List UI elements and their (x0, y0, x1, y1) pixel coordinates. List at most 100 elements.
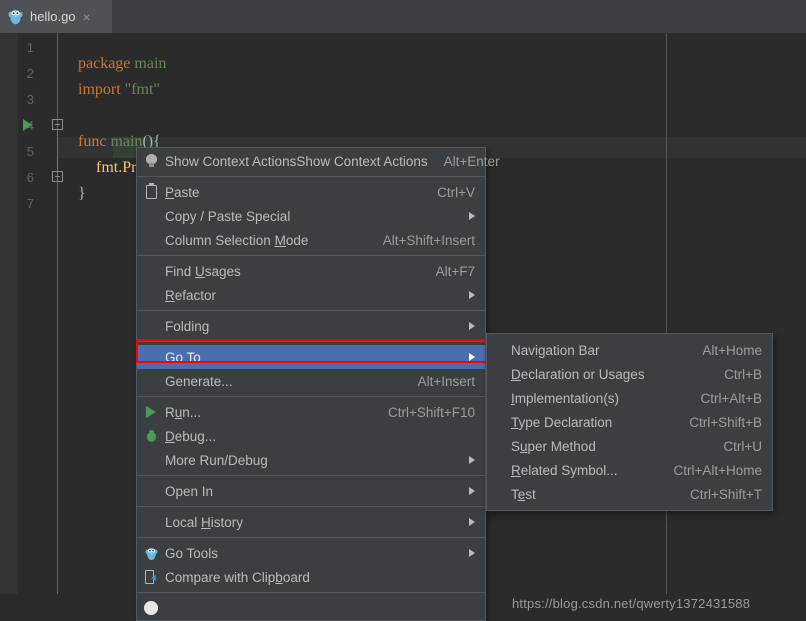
menu-item-label: Super Method (511, 438, 596, 454)
menu-item-icon (137, 228, 165, 252)
menu-item-icon (487, 362, 511, 386)
chevron-right-icon (469, 322, 475, 330)
menu-item-folding[interactable]: Folding (137, 314, 485, 338)
menu-item-refactor[interactable]: Refactor (137, 283, 485, 307)
menu-item-shortcut: Ctrl+Shift+F10 (387, 404, 475, 420)
menu-item-run[interactable]: Run... Ctrl+Shift+F10 (137, 400, 485, 424)
menu-item-shortcut: Alt+Enter (443, 153, 500, 169)
menu-item-icon (137, 510, 165, 534)
tab-hello-go[interactable]: hello.go × (0, 0, 112, 33)
menu-item-label: Related Symbol... (511, 462, 618, 478)
go-to-submenu[interactable]: Navigation Bar Alt+Home Declaration or Usa… (486, 333, 773, 511)
run-icon (146, 406, 156, 418)
menu-separator (137, 475, 485, 476)
line-number: 5 (26, 144, 34, 159)
menu-item-local-history[interactable]: Local History (137, 510, 485, 534)
menu-item-label: Show Context ActionsShow Context Actions (165, 153, 428, 169)
menu-separator (137, 255, 485, 256)
debug-icon (145, 429, 158, 443)
menu-item-debug[interactable]: Debug... (137, 424, 485, 448)
menu-item-label: Paste (165, 184, 200, 200)
menu-item-icon (137, 259, 165, 283)
menu-item-label: Test (511, 486, 536, 502)
watermark-url: https://blog.csdn.net/qwerty1372431588 (512, 596, 751, 611)
line-number: 2 (26, 66, 34, 81)
menu-item-find-usages[interactable]: Find Usages Alt+F7 (137, 259, 485, 283)
menu-item-copy-paste-special[interactable]: Copy / Paste Special (137, 204, 485, 228)
chevron-right-icon (469, 456, 475, 464)
code-line-6: } (62, 167, 86, 221)
circle-icon (144, 601, 158, 615)
menu-item-icon (137, 541, 165, 565)
menu-item-icon (487, 434, 511, 458)
menu-item-label: Folding (165, 318, 210, 334)
code-punctuation: } (78, 185, 86, 202)
menu-item-icon (137, 479, 165, 503)
menu-item-shortcut: Alt+Shift+Insert (382, 232, 475, 248)
menu-separator (137, 396, 485, 397)
code-line-2: import "fmt" (62, 63, 160, 117)
code-string: "fmt" (124, 81, 160, 98)
menu-item-more-run-debug[interactable]: More Run/Debug (137, 448, 485, 472)
submenu-item-implementation-s[interactable]: Implementation(s) Ctrl+Alt+B (487, 386, 772, 410)
menu-item-shortcut: Ctrl+Shift+T (689, 486, 762, 502)
menu-item-label: Local History (165, 514, 244, 530)
menu-item-shortcut: Ctrl+B (724, 366, 762, 382)
submenu-item-type-declaration[interactable]: Type Declaration Ctrl+Shift+B (487, 410, 772, 434)
code-keyword: import (78, 81, 121, 98)
menu-item-label: Open In (165, 483, 214, 499)
menu-item-icon (487, 410, 511, 434)
menu-item-open-in[interactable]: Open In (137, 479, 485, 503)
menu-item-label: Column Selection Mode (165, 232, 309, 248)
menu-item-go-tools[interactable]: Go Tools (137, 541, 485, 565)
menu-item-label: More Run/Debug (165, 452, 268, 468)
submenu-item-declaration-or-usages[interactable]: Declaration or Usages Ctrl+B (487, 362, 772, 386)
menu-item-label: Debug... (165, 428, 217, 444)
line-number: 1 (26, 40, 34, 55)
menu-separator (137, 310, 485, 311)
menu-item-icon (137, 369, 165, 393)
menu-item-compare-with-clipboard[interactable]: Compare with Clipboard (137, 565, 485, 589)
menu-item-label: Run... (165, 404, 202, 420)
line-number: 7 (26, 196, 34, 211)
menu-item-icon (487, 386, 511, 410)
menu-item-icon (487, 458, 511, 482)
clipboard-icon (145, 183, 157, 199)
close-icon[interactable]: × (83, 10, 91, 24)
menu-item-label: Find Usages (165, 263, 241, 279)
submenu-item-navigation-bar[interactable]: Navigation Bar Alt+Home (487, 338, 772, 362)
lightbulb-icon (145, 154, 157, 168)
menu-item-label: Copy / Paste Special (165, 208, 291, 224)
submenu-item-related-symbol[interactable]: Related Symbol... Ctrl+Alt+Home (487, 458, 772, 482)
menu-item-column-selection-mode[interactable]: Column Selection Mode Alt+Shift+Insert (137, 228, 485, 252)
menu-item-go-to[interactable]: Go To (137, 345, 485, 369)
menu-separator (137, 341, 485, 342)
editor-tab-bar: hello.go × (0, 0, 806, 33)
menu-item-icon (137, 400, 165, 424)
chevron-right-icon (469, 291, 475, 299)
menu-separator (137, 506, 485, 507)
menu-item-icon (137, 596, 165, 620)
menu-item-shortcut: Ctrl+Alt+B (700, 390, 762, 406)
run-gutter-icon[interactable] (23, 119, 32, 131)
menu-item-shortcut: Alt+Insert (417, 373, 475, 389)
menu-item-label: Implementation(s) (511, 390, 620, 406)
compare-clipboard-icon (144, 570, 158, 584)
tab-label: hello.go (30, 9, 76, 24)
menu-item-show-context-actions[interactable]: Show Context ActionsShow Context Actions… (137, 149, 500, 173)
menu-item-icon (487, 338, 511, 362)
menu-item-icon (137, 180, 165, 204)
menu-item-icon (487, 482, 511, 506)
menu-item-shortcut: Ctrl+Alt+Home (673, 462, 762, 478)
menu-item-generate[interactable]: Generate... Alt+Insert (137, 369, 485, 393)
submenu-item-super-method[interactable]: Super Method Ctrl+U (487, 434, 772, 458)
menu-item-clipped[interactable] (137, 596, 485, 620)
editor-context-menu[interactable]: Show Context ActionsShow Context Actions… (136, 147, 500, 621)
menu-item-icon (137, 424, 165, 448)
menu-item-paste[interactable]: Paste Ctrl+V (137, 180, 485, 204)
menu-item-icon (137, 204, 165, 228)
chevron-right-icon (469, 353, 475, 361)
submenu-item-test[interactable]: Test Ctrl+Shift+T (487, 482, 772, 506)
menu-item-label: Navigation Bar (511, 342, 600, 358)
menu-item-shortcut: Ctrl+Shift+B (689, 414, 762, 430)
